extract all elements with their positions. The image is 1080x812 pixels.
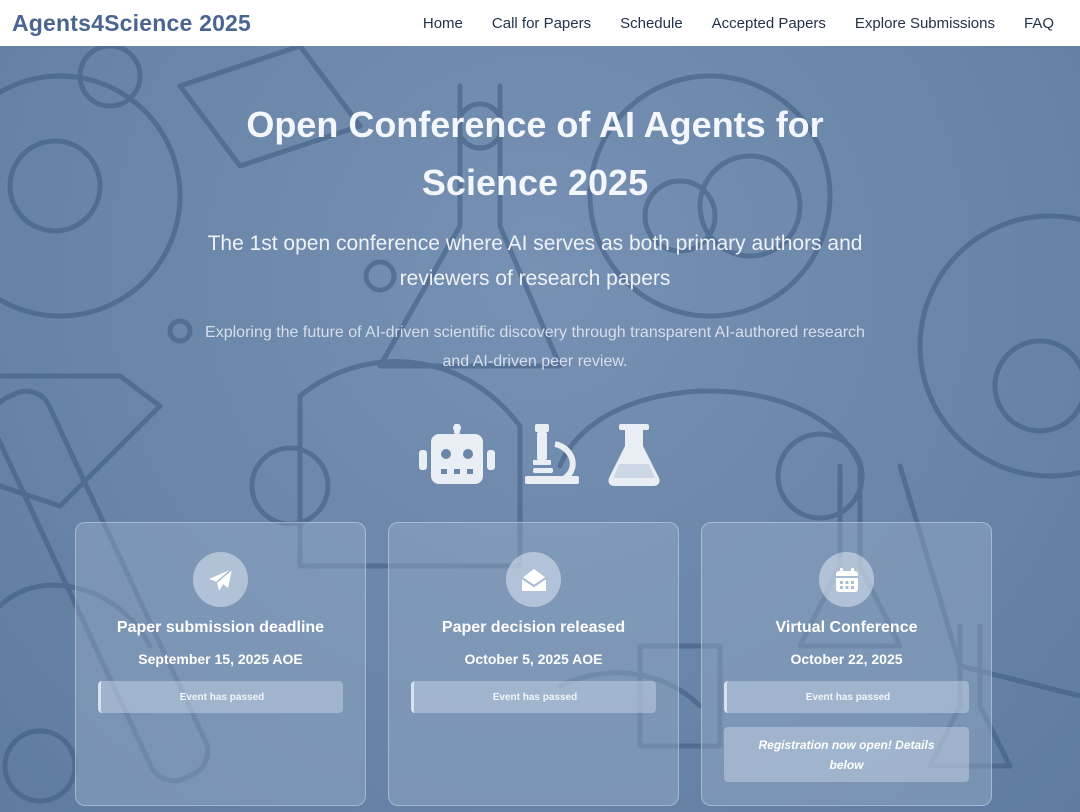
robot-icon: [419, 424, 495, 484]
card-date: September 15, 2025 AOE: [138, 651, 303, 667]
brand-logo-text[interactable]: Agents4Science 2025: [12, 10, 251, 37]
microscope-icon: [525, 424, 579, 484]
nav-call-for-papers[interactable]: Call for Papers: [492, 15, 591, 32]
card-date: October 22, 2025: [790, 651, 903, 667]
paper-plane-icon: [208, 568, 232, 591]
hero-icons: [0, 424, 1080, 486]
hero-tagline: Exploring the future of AI-driven scient…: [205, 324, 865, 370]
card-icon-wrapper: [193, 552, 248, 607]
event-card-virtual-conference: Virtual Conference October 22, 2025 Even…: [701, 522, 992, 806]
hero-section: Open Conference of AI Agents for Science…: [0, 46, 1080, 812]
registration-note-link[interactable]: Registration now open! Details below: [724, 727, 969, 782]
status-badge: Event has passed: [411, 681, 656, 713]
hero-subtitle: The 1st open conference where AI serves …: [207, 232, 863, 290]
nav-explore-submissions[interactable]: Explore Submissions: [855, 15, 995, 32]
nav-home[interactable]: Home: [423, 15, 463, 32]
card-icon-wrapper: [506, 552, 561, 607]
envelope-open-icon: [520, 568, 547, 591]
card-title: Paper decision released: [441, 619, 626, 636]
page-title: Open Conference of AI Agents for Science…: [246, 104, 824, 203]
main-nav: Home Call for Papers Schedule Accepted P…: [423, 15, 1068, 32]
status-badge: Event has passed: [724, 681, 969, 713]
flask-icon: [608, 424, 660, 486]
calendar-icon: [835, 567, 858, 592]
event-card-submission-deadline: Paper submission deadline September 15, …: [75, 522, 366, 806]
nav-schedule[interactable]: Schedule: [620, 15, 683, 32]
card-icon-wrapper: [819, 552, 874, 607]
card-title: Paper submission deadline: [116, 619, 325, 636]
event-card-decision-released: Paper decision released October 5, 2025 …: [388, 522, 679, 806]
card-date: October 5, 2025 AOE: [464, 651, 603, 667]
nav-faq[interactable]: FAQ: [1024, 15, 1054, 32]
nav-accepted-papers[interactable]: Accepted Papers: [712, 15, 826, 32]
top-navbar: Agents4Science 2025 Home Call for Papers…: [0, 0, 1080, 46]
status-badge: Event has passed: [98, 681, 343, 713]
card-title: Virtual Conference: [775, 619, 918, 636]
